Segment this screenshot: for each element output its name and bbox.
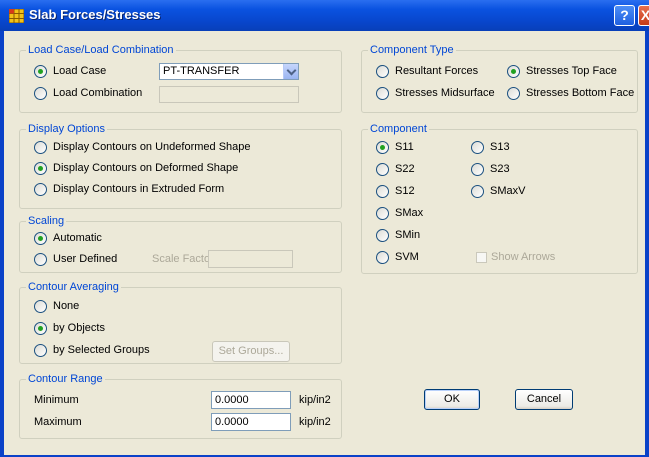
smin-label: SMin bbox=[395, 229, 421, 241]
s11-label: S11 bbox=[395, 141, 414, 153]
svm-radio[interactable] bbox=[376, 251, 389, 264]
stresses-midsurface-label: Stresses Midsurface bbox=[395, 87, 495, 99]
load-case-label: Load Case bbox=[53, 65, 107, 77]
scaling-group-title: Scaling bbox=[26, 215, 67, 227]
deformed-shape-label: Display Contours on Deformed Shape bbox=[53, 162, 239, 174]
dialog-body: Load Case/Load Combination Load Case PT-… bbox=[4, 31, 645, 455]
averaging-none-label: None bbox=[53, 300, 80, 312]
s23-label: S23 bbox=[490, 163, 510, 175]
chevron-down-icon[interactable] bbox=[283, 64, 298, 79]
smax-radio[interactable] bbox=[376, 207, 389, 220]
minimum-unit: kip/in2 bbox=[299, 394, 331, 406]
maximum-unit: kip/in2 bbox=[299, 416, 331, 428]
grid-app-icon bbox=[9, 9, 24, 23]
contour-range-group: Contour Range Minimum 0.0000 kip/in2 Max… bbox=[19, 373, 342, 439]
stresses-bottom-face-radio[interactable] bbox=[507, 87, 520, 100]
maximum-input[interactable]: 0.0000 bbox=[211, 413, 291, 431]
s13-label: S13 bbox=[490, 141, 510, 153]
contour-averaging-group-title: Contour Averaging bbox=[26, 281, 121, 293]
s12-label: S12 bbox=[395, 185, 415, 197]
component-group-title: Component bbox=[368, 123, 429, 135]
user-defined-radio[interactable] bbox=[34, 253, 47, 266]
cancel-button[interactable]: Cancel bbox=[515, 389, 573, 410]
scale-factor-field bbox=[208, 250, 293, 268]
ok-button[interactable]: OK bbox=[424, 389, 480, 410]
smin-radio[interactable] bbox=[376, 229, 389, 242]
set-groups-button: Set Groups... bbox=[212, 341, 290, 362]
title-bar[interactable]: Slab Forces/Stresses ? X bbox=[0, 0, 649, 31]
show-arrows-label: Show Arrows bbox=[491, 251, 556, 263]
load-combination-field bbox=[159, 86, 299, 103]
dialog-title: Slab Forces/Stresses bbox=[29, 7, 161, 22]
minimum-label: Minimum bbox=[34, 394, 79, 406]
s13-radio[interactable] bbox=[471, 141, 484, 154]
maximum-value: 0.0000 bbox=[215, 416, 249, 428]
contour-range-group-title: Contour Range bbox=[26, 373, 105, 385]
maximum-label: Maximum bbox=[34, 416, 82, 428]
stresses-bottom-face-label: Stresses Bottom Face bbox=[526, 87, 635, 99]
stresses-top-face-label: Stresses Top Face bbox=[526, 65, 617, 77]
stresses-top-face-radio[interactable] bbox=[507, 65, 520, 78]
extruded-form-radio[interactable] bbox=[34, 183, 47, 196]
smaxv-label: SMaxV bbox=[490, 185, 526, 197]
load-case-group: Load Case/Load Combination Load Case PT-… bbox=[19, 44, 342, 113]
smaxv-radio[interactable] bbox=[471, 185, 484, 198]
load-case-dropdown-value: PT-TRANSFER bbox=[163, 65, 240, 77]
s23-radio[interactable] bbox=[471, 163, 484, 176]
show-arrows-checkbox bbox=[476, 252, 487, 263]
close-button[interactable]: X bbox=[638, 5, 649, 26]
minimum-value: 0.0000 bbox=[215, 394, 249, 406]
undeformed-shape-radio[interactable] bbox=[34, 141, 47, 154]
s22-radio[interactable] bbox=[376, 163, 389, 176]
load-case-dropdown[interactable]: PT-TRANSFER bbox=[159, 63, 299, 80]
load-case-group-title: Load Case/Load Combination bbox=[26, 44, 176, 56]
user-defined-label: User Defined bbox=[53, 253, 118, 265]
component-type-group: Component Type Resultant Forces Stresses… bbox=[361, 44, 638, 113]
s22-label: S22 bbox=[395, 163, 415, 175]
s12-radio[interactable] bbox=[376, 185, 389, 198]
display-options-group: Display Options Display Contours on Unde… bbox=[19, 123, 342, 209]
component-type-group-title: Component Type bbox=[368, 44, 456, 56]
stresses-midsurface-radio[interactable] bbox=[376, 87, 389, 100]
scale-factor-label: Scale Factor bbox=[152, 253, 214, 265]
scaling-group: Scaling Automatic User Defined Scale Fac… bbox=[19, 215, 342, 273]
dialog-window: Slab Forces/Stresses ? X Load Case/Load … bbox=[0, 0, 649, 457]
component-group: Component S11 S13 S22 S23 S12 SMaxV SMax… bbox=[361, 123, 638, 274]
load-case-radio[interactable] bbox=[34, 65, 47, 78]
resultant-forces-radio[interactable] bbox=[376, 65, 389, 78]
by-selected-groups-label: by Selected Groups bbox=[53, 344, 150, 356]
minimum-input[interactable]: 0.0000 bbox=[211, 391, 291, 409]
svm-label: SVM bbox=[395, 251, 419, 263]
averaging-none-radio[interactable] bbox=[34, 300, 47, 313]
deformed-shape-radio[interactable] bbox=[34, 162, 47, 175]
s11-radio[interactable] bbox=[376, 141, 389, 154]
automatic-label: Automatic bbox=[53, 232, 102, 244]
help-button[interactable]: ? bbox=[614, 5, 635, 26]
automatic-radio[interactable] bbox=[34, 232, 47, 245]
resultant-forces-label: Resultant Forces bbox=[395, 65, 479, 77]
by-selected-groups-radio[interactable] bbox=[34, 344, 47, 357]
by-objects-label: by Objects bbox=[53, 322, 105, 334]
smax-label: SMax bbox=[395, 207, 424, 219]
load-combination-label: Load Combination bbox=[53, 87, 143, 99]
by-objects-radio[interactable] bbox=[34, 322, 47, 335]
contour-averaging-group: Contour Averaging None by Objects by Sel… bbox=[19, 281, 342, 364]
extruded-form-label: Display Contours in Extruded Form bbox=[53, 183, 225, 195]
display-options-group-title: Display Options bbox=[26, 123, 108, 135]
load-combination-radio[interactable] bbox=[34, 87, 47, 100]
undeformed-shape-label: Display Contours on Undeformed Shape bbox=[53, 141, 251, 153]
